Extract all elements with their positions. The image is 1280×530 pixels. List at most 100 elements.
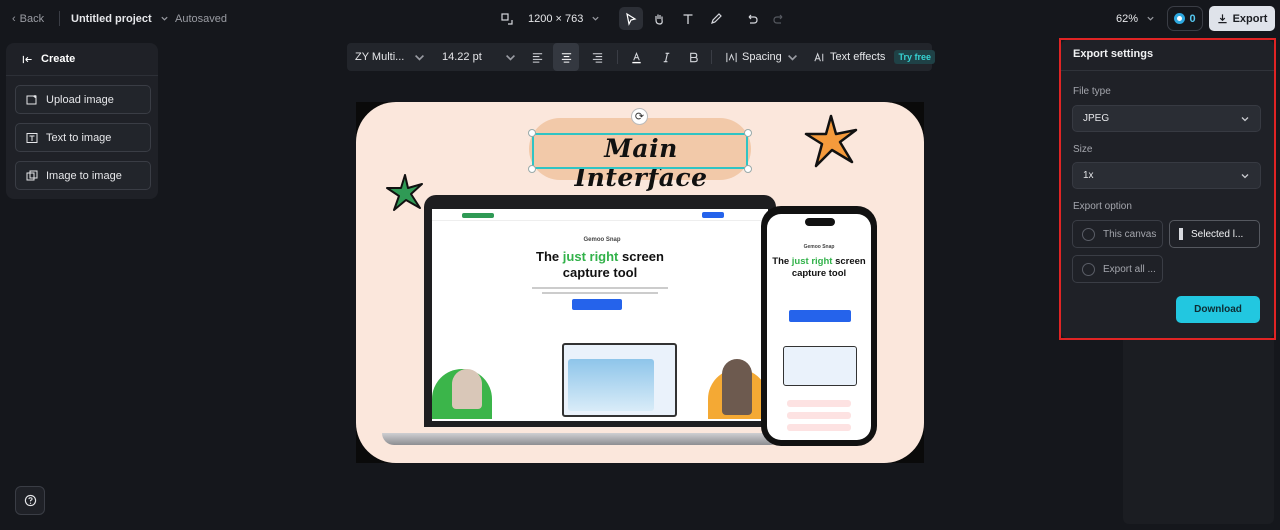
chevron-down-icon — [1241, 117, 1249, 122]
divider — [1061, 70, 1274, 71]
export-label: Export — [1232, 12, 1268, 25]
zoom-level: 62% — [1116, 12, 1139, 25]
resize-handle[interactable] — [744, 165, 752, 173]
text-color-button[interactable] — [626, 43, 646, 71]
help-icon — [24, 494, 36, 507]
option-label: Selected l... — [1191, 228, 1244, 240]
phone-hero-highlight: just right — [791, 256, 833, 267]
size-select[interactable]: 1x — [1072, 162, 1261, 189]
resize-handle[interactable] — [528, 129, 536, 137]
text-effects-button[interactable]: Text effects Try free — [813, 43, 935, 71]
right-panel-background — [1123, 338, 1274, 524]
divider — [617, 50, 618, 64]
ai-sparkle-icon — [814, 51, 824, 61]
bold-button[interactable] — [683, 43, 703, 71]
selection-box — [532, 133, 748, 169]
signup-button — [702, 212, 724, 218]
laptop-screen: Gemoo Snap The just right screen capture… — [432, 209, 768, 421]
chevron-down-icon — [505, 54, 515, 61]
redo-icon[interactable] — [767, 7, 791, 30]
canvas-card: Main Interface ⟳ Gemoo Snap The just rig… — [356, 102, 924, 463]
upload-image-button[interactable]: Upload image — [15, 85, 151, 114]
hero-subtext — [532, 287, 668, 289]
create-panel: Create Upload image Text to image Image … — [6, 43, 158, 199]
rotate-handle-icon[interactable]: ⟳ — [631, 108, 648, 125]
italic-button[interactable] — [656, 43, 676, 71]
hero-heading: The just right screen capture tool — [492, 249, 708, 281]
resize-handle[interactable] — [744, 129, 752, 137]
divider — [59, 11, 60, 26]
text-toolbar: ZY Multi... 14.22 pt Spacing Text effect… — [347, 43, 935, 71]
export-option-selected-layers[interactable]: Selected l... — [1169, 220, 1260, 248]
align-right-button[interactable] — [585, 43, 609, 71]
download-button[interactable]: Download — [1176, 296, 1260, 323]
phone-list-item — [787, 424, 851, 431]
chevron-down-icon — [1241, 174, 1249, 179]
credits-badge[interactable]: 0 — [1167, 6, 1203, 31]
image-to-image-label: Image to image — [46, 169, 122, 182]
select-tool-icon[interactable] — [619, 7, 643, 30]
download-icon — [1217, 14, 1227, 24]
undo-icon[interactable] — [740, 7, 764, 30]
free-download-cta — [572, 299, 622, 310]
font-family-dropdown[interactable]: ZY Multi... — [355, 43, 426, 71]
back-label: Back — [19, 12, 45, 25]
chevron-left-icon: ‹ — [12, 12, 16, 25]
font-size: 14.22 pt — [442, 51, 482, 63]
chevron-down-icon — [161, 16, 168, 21]
hero-text-a: The — [536, 249, 563, 264]
align-left-icon — [532, 52, 542, 63]
canvas-size-dropdown[interactable]: 1200 × 763 — [528, 0, 600, 37]
radio-icon — [1082, 227, 1095, 241]
text-effects-label: Text effects — [830, 51, 886, 63]
create-panel-title: Create — [41, 53, 76, 65]
project-title-menu[interactable]: Untitled project — [71, 0, 169, 37]
resize-canvas-icon[interactable] — [495, 7, 519, 30]
create-panel-header[interactable]: Create — [6, 43, 158, 76]
pen-tool-icon[interactable] — [704, 7, 728, 30]
hero-highlight: just right — [562, 249, 619, 264]
option-label: This canvas — [1103, 228, 1157, 240]
laptop-mockup: Gemoo Snap The just right screen capture… — [424, 195, 776, 427]
text-tool-icon[interactable] — [676, 7, 700, 30]
phone-brand-name: Gemoo Snap — [803, 244, 835, 250]
help-button[interactable] — [15, 486, 45, 515]
file-type-select[interactable]: JPEG — [1072, 105, 1261, 132]
credit-count: 0 — [1189, 12, 1196, 25]
phone-screen: Gemoo Snap The just right screen capture… — [767, 214, 871, 440]
export-button[interactable]: Export — [1209, 6, 1275, 31]
option-label: Export all ... — [1103, 263, 1156, 275]
autosave-status: Autosaved — [175, 12, 227, 25]
project-title: Untitled project — [71, 12, 152, 25]
align-center-button[interactable] — [553, 43, 579, 71]
text-to-image-button[interactable]: Text to image — [15, 123, 151, 152]
export-option-this-canvas[interactable]: This canvas — [1072, 220, 1163, 248]
sky-image — [568, 359, 654, 411]
top-bar: ‹ Back Untitled project Autosaved 1200 ×… — [0, 0, 1280, 37]
image-to-image-button[interactable]: Image to image — [15, 161, 151, 190]
font-size-dropdown[interactable]: 14.22 pt — [442, 43, 517, 71]
text-to-image-icon — [26, 132, 38, 143]
green-star-icon — [386, 174, 423, 211]
chevron-down-icon — [787, 54, 797, 61]
person-right — [722, 359, 752, 415]
image-to-image-icon — [26, 170, 38, 180]
export-option-export-all[interactable]: Export all ... — [1072, 255, 1163, 283]
collapse-arrow-icon — [22, 55, 32, 63]
try-free-badge: Try free — [894, 50, 935, 64]
align-center-icon — [561, 52, 571, 63]
zoom-dropdown[interactable]: 62% — [1116, 0, 1155, 37]
bold-icon — [689, 52, 698, 62]
brand-name: Gemoo Snap — [583, 237, 621, 243]
orange-star-icon — [804, 114, 858, 168]
hand-tool-icon[interactable] — [647, 7, 671, 30]
design-canvas[interactable]: Main Interface ⟳ Gemoo Snap The just rig… — [356, 102, 924, 463]
back-button[interactable]: ‹ Back — [12, 0, 44, 37]
phone-list-item — [787, 412, 851, 419]
resize-handle[interactable] — [528, 165, 536, 173]
laptop-base — [382, 433, 782, 445]
phone-hero-line2: capture tool — [791, 268, 847, 279]
align-right-icon — [592, 52, 602, 63]
spacing-dropdown[interactable]: Spacing — [725, 43, 799, 71]
align-left-button[interactable] — [525, 43, 549, 71]
